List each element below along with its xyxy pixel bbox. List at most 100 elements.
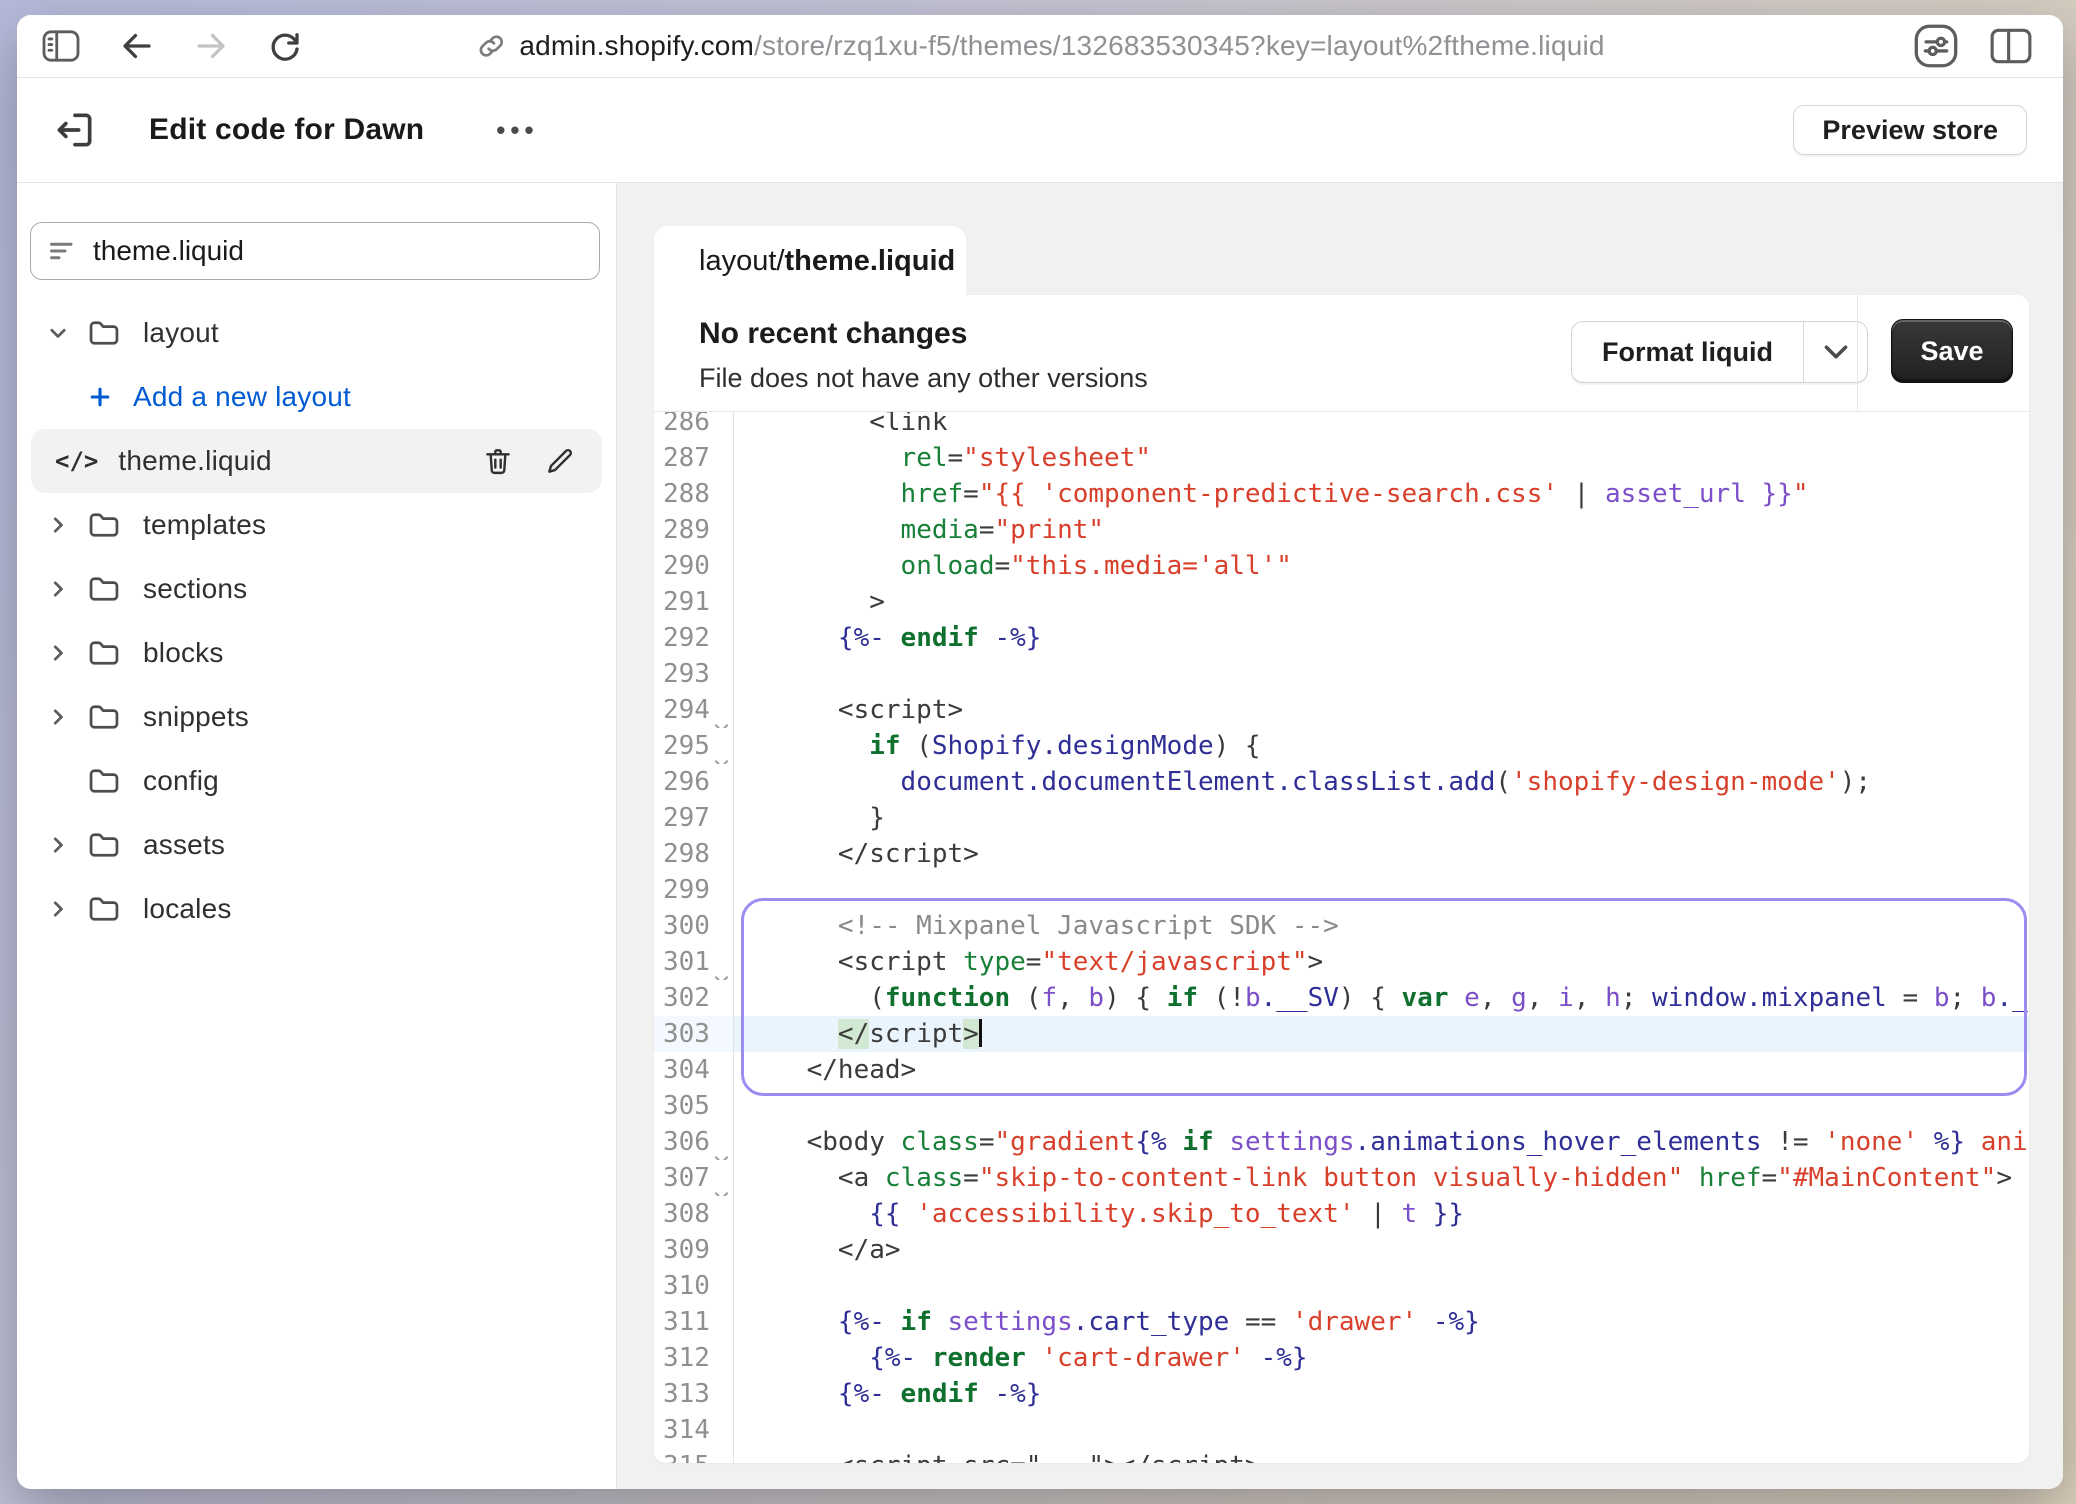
header-divider — [1857, 295, 1858, 411]
format-liquid-button[interactable]: Format liquid — [1571, 321, 1868, 383]
panel-header: No recent changes File does not have any… — [654, 295, 2029, 412]
delete-file-icon[interactable] — [482, 445, 514, 477]
code-line-296[interactable]: 296 document.documentElement.classList.a… — [654, 764, 2029, 800]
code-line-299[interactable]: 299 — [654, 872, 2029, 908]
text-cursor — [979, 1019, 982, 1047]
line-number: 313 — [654, 1376, 733, 1412]
sidebar-folder-snippets[interactable]: snippets — [17, 685, 616, 749]
line-number: 293 — [654, 656, 733, 692]
code-line-304[interactable]: 304 </head> — [654, 1052, 2029, 1088]
code-line-307[interactable]: 307 <a class="skip-to-content-link butto… — [654, 1160, 2029, 1196]
chevron-right-icon[interactable] — [45, 834, 71, 856]
code-line-313[interactable]: 313 {%- endif -%} — [654, 1376, 2029, 1412]
save-button[interactable]: Save — [1891, 319, 2013, 383]
code-line-309[interactable]: 309 </a> — [654, 1232, 2029, 1268]
line-number: 298 — [654, 836, 733, 872]
split-view-icon[interactable] — [1989, 27, 2033, 65]
code-line-298[interactable]: 298 </script> — [654, 836, 2029, 872]
exit-code-editor-icon[interactable] — [53, 108, 97, 152]
page-settings-icon[interactable] — [1913, 23, 1959, 69]
line-number: 297 — [654, 800, 733, 836]
app-header: Edit code for Dawn ••• Preview store — [17, 78, 2063, 183]
folder-icon — [87, 318, 121, 348]
code-line-311[interactable]: 311 {%- if settings.cart_type == 'drawer… — [654, 1304, 2029, 1340]
code-line-287[interactable]: 287 rel="stylesheet" — [654, 440, 2029, 476]
code-line-289[interactable]: 289 media="print" — [654, 512, 2029, 548]
preview-store-button[interactable]: Preview store — [1793, 105, 2027, 155]
status-subtitle: File does not have any other versions — [699, 363, 1148, 394]
code-line-294[interactable]: 294 <script> — [654, 692, 2029, 728]
line-number: 309 — [654, 1232, 733, 1268]
folder-icon — [87, 702, 121, 732]
page-title: Edit code for Dawn — [149, 113, 424, 147]
code-line-300[interactable]: 300 <!-- Mixpanel Javascript SDK --> — [654, 908, 2029, 944]
url-path: /store/rzq1xu-f5/themes/132683530345?key… — [754, 30, 1605, 61]
code-line-293[interactable]: 293 — [654, 656, 2029, 692]
sidebar-folder-locales[interactable]: locales — [17, 877, 616, 941]
code-line-314[interactable]: 314 — [654, 1412, 2029, 1448]
code-line-312[interactable]: 312 {%- render 'cart-drawer' -%} — [654, 1340, 2029, 1376]
line-number: 300 — [654, 908, 733, 944]
editor-area: layout/theme.liquid No recent changes Fi… — [617, 183, 2063, 1489]
code-line-315[interactable]: 315 <script src="..."></script> — [654, 1448, 2029, 1463]
chevron-right-icon[interactable] — [45, 706, 71, 728]
code-line-302[interactable]: 302 (function (f, b) { if (!b.__SV) { va… — [654, 980, 2029, 1016]
chevron-right-icon[interactable] — [45, 642, 71, 664]
line-number: 315 — [654, 1448, 733, 1463]
browser-window: admin.shopify.com/store/rzq1xu-f5/themes… — [17, 15, 2063, 1489]
reload-icon[interactable] — [267, 28, 303, 64]
more-options-icon[interactable]: ••• — [496, 115, 538, 146]
format-liquid-label[interactable]: Format liquid — [1572, 322, 1803, 382]
chevron-right-icon[interactable] — [45, 898, 71, 920]
code-line-295[interactable]: 295 if (Shopify.designMode) { — [654, 728, 2029, 764]
line-number: 290 — [654, 548, 733, 584]
folder-icon — [87, 830, 121, 860]
code-line-286[interactable]: 286 <link — [654, 412, 2029, 440]
line-number: 310 — [654, 1268, 733, 1304]
forward-icon[interactable] — [193, 28, 229, 64]
sidebar-folder-assets[interactable]: assets — [17, 813, 616, 877]
status-title: No recent changes — [699, 317, 967, 351]
code-line-290[interactable]: 290 onload="this.media='all'" — [654, 548, 2029, 584]
tab-file-name: theme.liquid — [784, 245, 955, 277]
line-number: 312 — [654, 1340, 733, 1376]
chevron-right-icon[interactable] — [45, 578, 71, 600]
line-number: 314 — [654, 1412, 733, 1448]
filter-input[interactable] — [93, 235, 583, 267]
line-number: 288 — [654, 476, 733, 512]
code-line-291[interactable]: 291 > — [654, 584, 2029, 620]
folder-icon — [87, 894, 121, 924]
sidebar-folder-templates[interactable]: templates — [17, 493, 616, 557]
code-line-306[interactable]: 306 <body class="gradient{% if settings.… — [654, 1124, 2029, 1160]
chevron-right-icon[interactable] — [45, 514, 71, 536]
code-editor[interactable]: 286 <link287 rel="stylesheet"288 href="{… — [654, 412, 2029, 1463]
sidebar-folder-layout[interactable]: layout — [17, 301, 616, 365]
code-line-310[interactable]: 310 — [654, 1268, 2029, 1304]
line-number: 306 — [654, 1124, 733, 1160]
code-line-303[interactable]: 303 </script> — [654, 1016, 2029, 1052]
code-line-288[interactable]: 288 href="{{ 'component-predictive-searc… — [654, 476, 2029, 512]
tab-theme-liquid[interactable]: layout/theme.liquid — [654, 226, 966, 297]
browser-toolbar: admin.shopify.com/store/rzq1xu-f5/themes… — [17, 15, 2063, 78]
file-item-theme-liquid[interactable]: </>theme.liquid — [31, 429, 602, 493]
address-bar[interactable]: admin.shopify.com/store/rzq1xu-f5/themes… — [475, 15, 1604, 77]
sidebar-folder-config[interactable]: config — [17, 749, 616, 813]
code-file-icon: </> — [55, 447, 98, 475]
back-icon[interactable] — [119, 28, 155, 64]
code-line-297[interactable]: 297 } — [654, 800, 2029, 836]
tab-path-prefix: layout/ — [699, 245, 784, 277]
sidebar-folder-blocks[interactable]: blocks — [17, 621, 616, 685]
line-number: 291 — [654, 584, 733, 620]
code-line-292[interactable]: 292 {%- endif -%} — [654, 620, 2029, 656]
folder-icon — [87, 638, 121, 668]
line-number: 292 — [654, 620, 733, 656]
sidebar-folder-sections[interactable]: sections — [17, 557, 616, 621]
add-layout-action[interactable]: Add a new layout — [17, 365, 616, 429]
folder-icon — [87, 510, 121, 540]
rename-file-icon[interactable] — [544, 445, 576, 477]
code-line-308[interactable]: 308 {{ 'accessibility.skip_to_text' | t … — [654, 1196, 2029, 1232]
chevron-down-icon[interactable] — [45, 322, 71, 344]
code-line-305[interactable]: 305 — [654, 1088, 2029, 1124]
code-line-301[interactable]: 301 <script type="text/javascript"> — [654, 944, 2029, 980]
sidebar-toggle-icon[interactable] — [41, 29, 81, 63]
